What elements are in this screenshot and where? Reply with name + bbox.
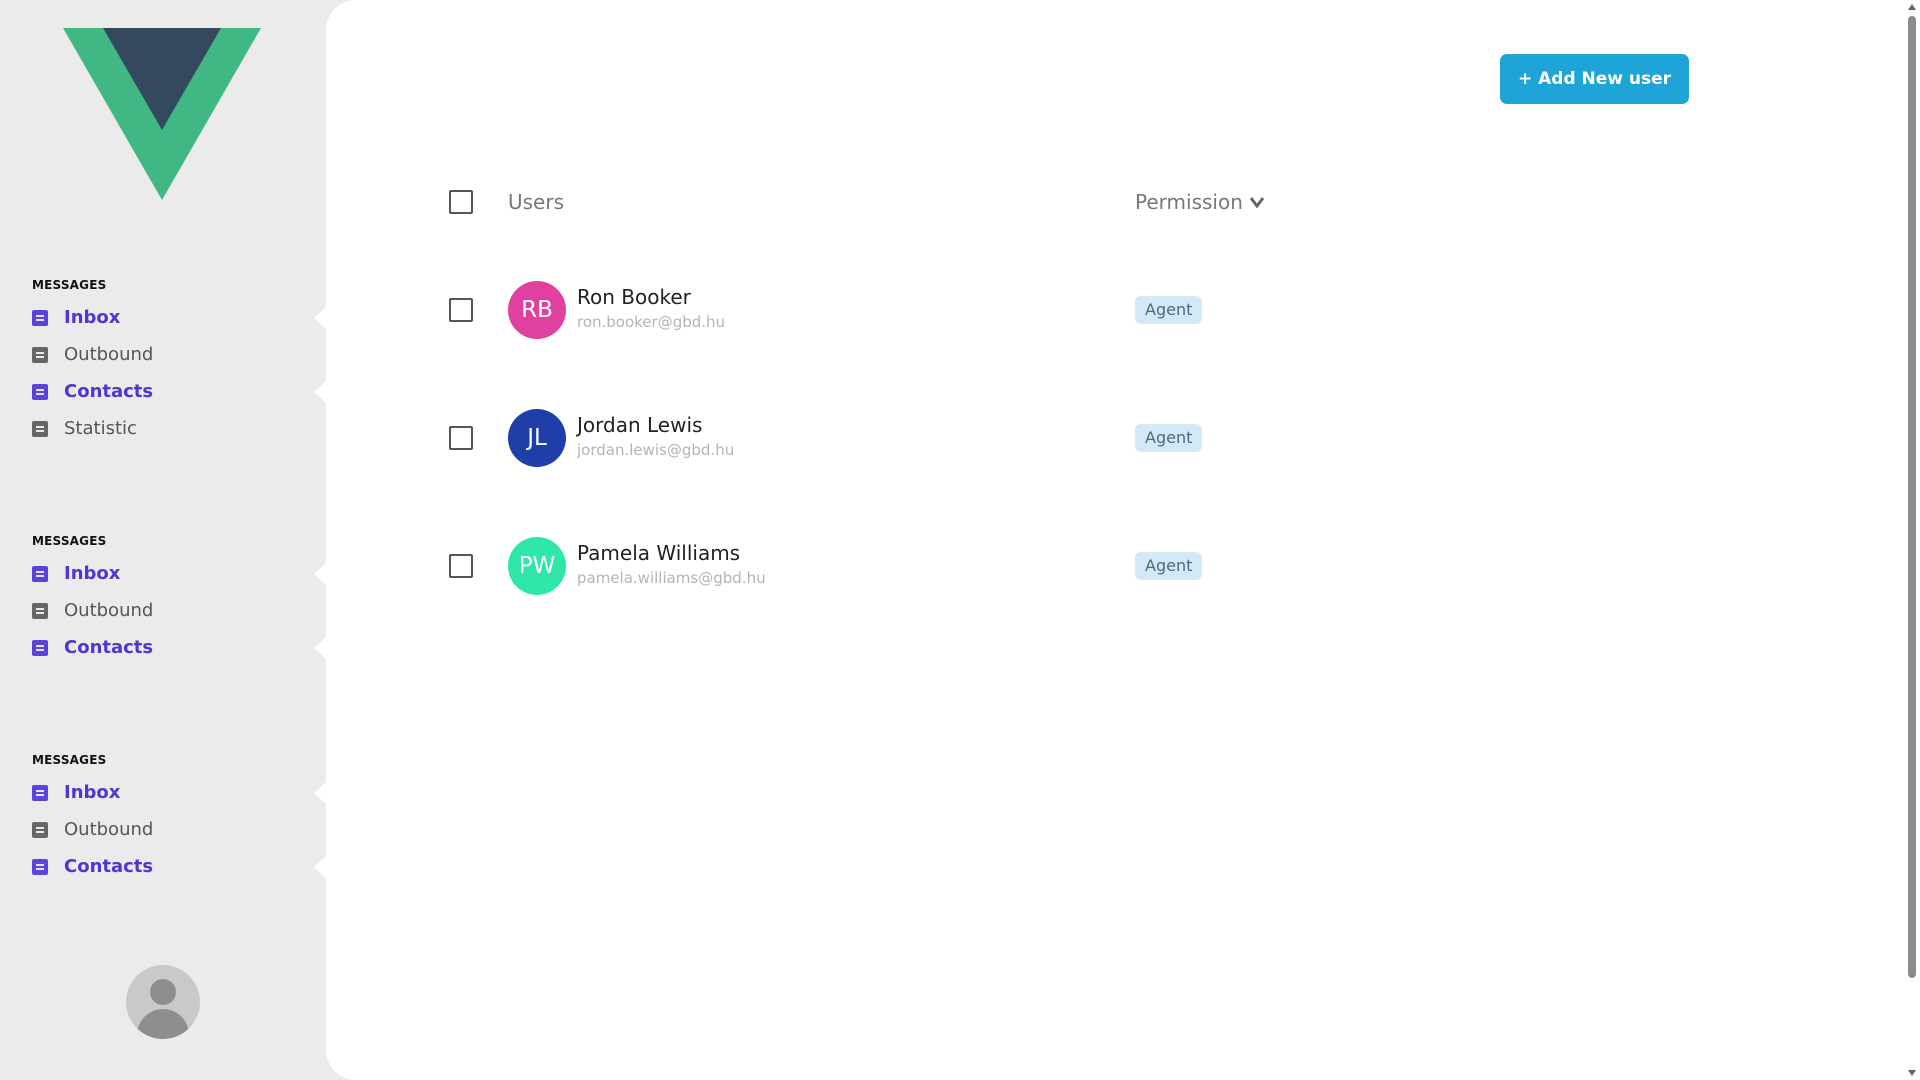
- book-icon: [32, 565, 48, 582]
- user-icon: [150, 979, 176, 1005]
- user-name: Jordan Lewis: [577, 413, 703, 437]
- sidebar-item-label: Inbox: [64, 307, 121, 328]
- add-new-user-button[interactable]: + Add New user: [1500, 54, 1689, 104]
- scroll-down-icon[interactable]: [1908, 1070, 1916, 1076]
- sidebar-item-statistic[interactable]: Statistic: [32, 410, 326, 447]
- user-name: Pamela Williams: [577, 541, 741, 565]
- group-title: MESSAGES: [32, 753, 107, 767]
- user-email: pamela.williams@gbd.hu: [577, 569, 766, 587]
- main-panel: + Add New user Users Permission RB Ron B…: [326, 0, 1920, 1080]
- book-icon: [32, 639, 48, 656]
- table-row: PW Pamela Williams pamela.williams@gbd.h…: [326, 537, 1920, 597]
- user-email: ron.booker@gbd.hu: [577, 313, 726, 331]
- sidebar-item-outbound[interactable]: Outbound: [32, 592, 326, 629]
- user-email: jordan.lewis@gbd.hu: [577, 441, 735, 459]
- row-checkbox[interactable]: [449, 426, 473, 450]
- permission-badge: Agent: [1135, 424, 1203, 452]
- select-all-checkbox[interactable]: [449, 190, 473, 214]
- permission-column-header[interactable]: Permission: [1135, 190, 1265, 214]
- sidebar-item-label: Contacts: [64, 856, 154, 877]
- sidebar-item-label: Contacts: [64, 637, 154, 658]
- sidebar-item-label: Outbound: [64, 600, 154, 621]
- sidebar-item-inbox[interactable]: Inbox: [32, 555, 326, 592]
- permission-badge: Agent: [1135, 552, 1203, 580]
- sidebar-item-label: Statistic: [64, 418, 137, 439]
- sidebar-item-inbox[interactable]: Inbox: [32, 299, 326, 336]
- vertical-scrollbar[interactable]: [1904, 0, 1920, 1080]
- sidebar-item-label: Contacts: [64, 381, 154, 402]
- table-row: JL Jordan Lewis jordan.lewis@gbd.hu Agen…: [326, 409, 1920, 469]
- user-name: Ron Booker: [577, 285, 691, 309]
- avatar: JL: [508, 409, 566, 467]
- group-title: MESSAGES: [32, 278, 107, 292]
- permission-badge: Agent: [1135, 296, 1203, 324]
- sidebar-item-inbox[interactable]: Inbox: [32, 774, 326, 811]
- sidebar-item-label: Outbound: [64, 819, 154, 840]
- permission-header-label: Permission: [1135, 190, 1243, 214]
- avatar: PW: [508, 537, 566, 595]
- book-icon: [32, 821, 48, 838]
- group-title: MESSAGES: [32, 534, 107, 548]
- app: MESSAGES Inbox Outbound Contacts Statist…: [0, 0, 1920, 1080]
- sidebar: MESSAGES Inbox Outbound Contacts Statist…: [0, 0, 326, 1080]
- table-row: RB Ron Booker ron.booker@gbd.hu Agent: [326, 281, 1920, 341]
- chevron-down-icon: [1249, 197, 1265, 208]
- sidebar-item-contacts[interactable]: Contacts: [32, 373, 326, 410]
- book-icon: [32, 420, 48, 437]
- scrollbar-thumb[interactable]: [1908, 16, 1916, 978]
- sidebar-item-outbound[interactable]: Outbound: [32, 336, 326, 373]
- sidebar-item-contacts[interactable]: Contacts: [32, 848, 326, 885]
- book-icon: [32, 784, 48, 801]
- avatar: RB: [508, 281, 566, 339]
- sidebar-item-label: Inbox: [64, 782, 121, 803]
- menu-group-1: MESSAGES Inbox Outbound Contacts Statist…: [32, 275, 326, 447]
- book-icon: [32, 858, 48, 875]
- sidebar-item-contacts[interactable]: Contacts: [32, 629, 326, 666]
- book-icon: [32, 309, 48, 326]
- book-icon: [32, 383, 48, 400]
- row-checkbox[interactable]: [449, 554, 473, 578]
- sidebar-item-label: Inbox: [64, 563, 121, 584]
- menu-group-3: MESSAGES Inbox Outbound Contacts: [32, 750, 326, 885]
- sidebar-item-outbound[interactable]: Outbound: [32, 811, 326, 848]
- users-column-header: Users: [508, 190, 565, 214]
- book-icon: [32, 346, 48, 363]
- scroll-up-icon[interactable]: [1908, 4, 1916, 10]
- sidebar-item-label: Outbound: [64, 344, 154, 365]
- user-icon-body: [137, 1009, 189, 1039]
- user-avatar[interactable]: [126, 965, 200, 1039]
- menu-group-2: MESSAGES Inbox Outbound Contacts: [32, 531, 326, 666]
- row-checkbox[interactable]: [449, 298, 473, 322]
- book-icon: [32, 602, 48, 619]
- vue-logo: [63, 28, 261, 200]
